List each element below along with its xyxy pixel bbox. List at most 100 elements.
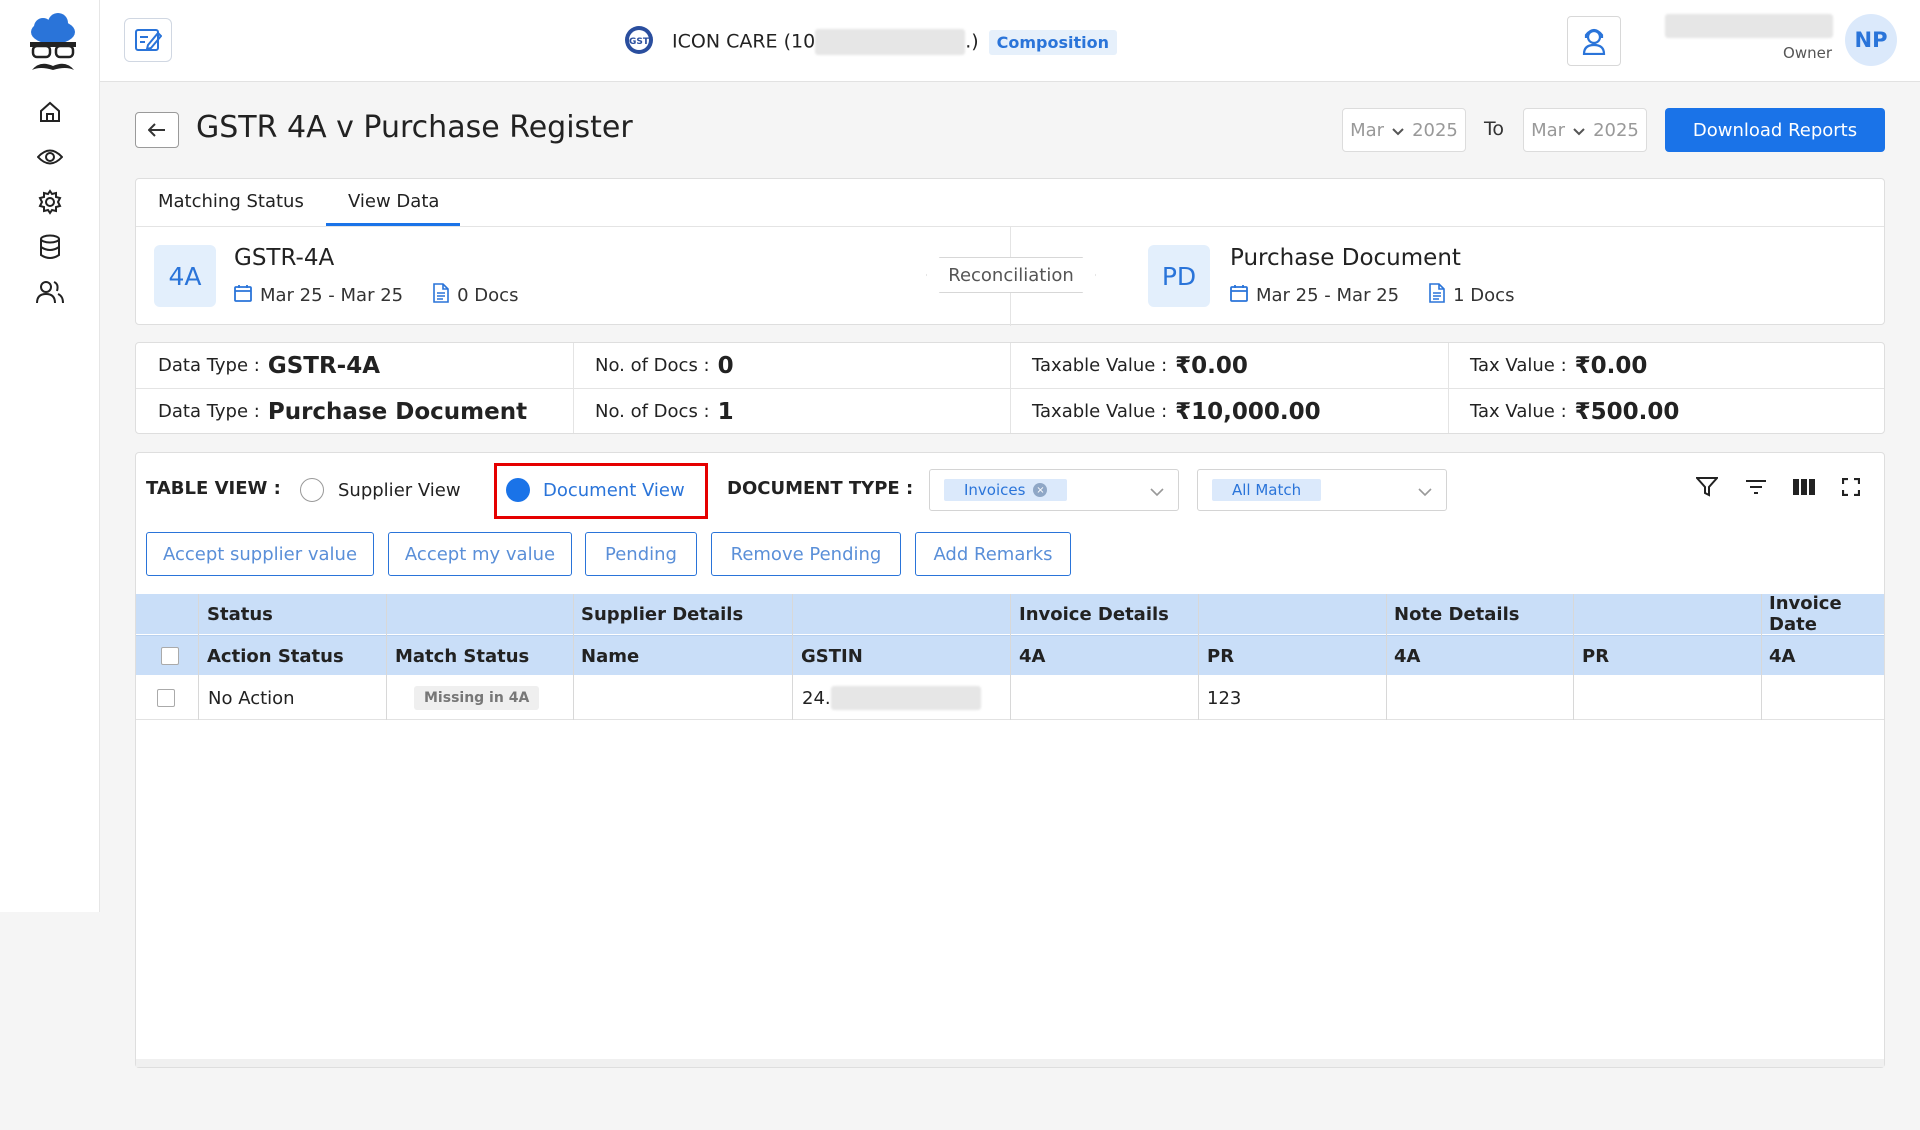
columns-icon[interactable] — [1790, 473, 1818, 501]
document-type-chip: Invoices × — [944, 479, 1068, 501]
table-panel: TABLE VIEW : Supplier View Document View… — [135, 452, 1885, 1068]
avatar[interactable]: NP — [1845, 14, 1897, 66]
redacted-user-name — [1665, 14, 1833, 38]
fullscreen-icon[interactable] — [1837, 473, 1865, 501]
header-status: Status — [207, 603, 273, 625]
header-action-status[interactable]: Action Status — [207, 636, 344, 676]
from-period-select[interactable]: Mar 2025 — [1342, 108, 1466, 152]
user-role: Owner — [1783, 44, 1832, 62]
app-logo-icon[interactable] — [26, 12, 80, 76]
horizontal-scrollbar[interactable] — [136, 1059, 1884, 1067]
tab-matching-status[interactable]: Matching Status — [158, 191, 304, 212]
redacted-gstin — [815, 29, 966, 55]
tab-view-data[interactable]: View Data — [348, 191, 439, 212]
document-view-label[interactable]: Document View — [543, 480, 685, 501]
edit-note-button[interactable] — [124, 18, 172, 62]
composition-badge: Composition — [988, 29, 1118, 55]
gstr-4a-badge: 4A — [154, 245, 216, 307]
document-icon — [433, 283, 449, 308]
pending-button[interactable]: Pending — [585, 532, 697, 576]
eye-icon[interactable] — [36, 143, 64, 171]
redacted-gstin — [830, 686, 981, 710]
company-selector[interactable]: GST ICON CARE (10.) Composition — [624, 24, 1118, 60]
header-note-4a[interactable]: 4A — [1394, 636, 1420, 676]
top-header: GST ICON CARE (10.) Composition Owner NP — [100, 0, 1920, 82]
summary-data-type: Data Type : Purchase Document — [158, 398, 528, 425]
to-year: 2025 — [1593, 119, 1639, 141]
company-name-suffix: .) — [965, 30, 979, 53]
sort-lines-icon[interactable] — [1742, 473, 1770, 501]
chevron-down-icon — [1392, 120, 1404, 141]
document-type-value: Invoices — [964, 481, 1026, 499]
to-month: Mar — [1531, 119, 1566, 141]
header-invoice-details: Invoice Details — [1019, 603, 1169, 625]
gear-icon[interactable] — [36, 188, 64, 216]
gstr-4a-meta: Mar 25 - Mar 25 0 Docs — [234, 283, 518, 308]
chevron-down-icon — [1418, 482, 1432, 501]
purchase-document-docs: 1 Docs — [1453, 285, 1515, 306]
summary-data-type: Data Type : GSTR-4A — [158, 352, 381, 379]
table-view-label: TABLE VIEW : — [146, 478, 281, 499]
purchase-document-badge: PD — [1148, 245, 1210, 307]
database-icon[interactable] — [36, 233, 64, 261]
summary-taxable: Taxable Value : ₹10,000.00 — [1032, 398, 1321, 425]
reconciliation-label: Reconciliation — [927, 258, 1095, 292]
calendar-icon — [234, 284, 252, 307]
purchase-document-meta: Mar 25 - Mar 25 1 Docs — [1230, 283, 1514, 308]
document-type-select[interactable]: Invoices × — [929, 469, 1179, 511]
calendar-icon — [1230, 284, 1248, 307]
document-view-radio[interactable] — [506, 478, 530, 502]
summary-tax: Tax Value : ₹500.00 — [1470, 398, 1680, 425]
active-tab-indicator — [326, 223, 460, 226]
select-all-checkbox[interactable] — [161, 636, 179, 676]
company-name-prefix: ICON CARE (10 — [672, 30, 816, 53]
summary-docs: No. of Docs :0 — [595, 352, 734, 379]
back-button[interactable] — [135, 112, 179, 148]
header-invoice-pr[interactable]: PR — [1207, 636, 1234, 676]
users-icon[interactable] — [36, 278, 64, 306]
to-label: To — [1484, 118, 1505, 140]
summary-tax: Tax Value : ₹0.00 — [1470, 352, 1648, 379]
match-filter-value: All Match — [1232, 481, 1302, 499]
add-remarks-button[interactable]: Add Remarks — [915, 532, 1071, 576]
remove-pending-button[interactable]: Remove Pending — [711, 532, 901, 576]
filter-icon[interactable] — [1693, 473, 1721, 501]
header-note-pr[interactable]: PR — [1582, 636, 1609, 676]
download-reports-button[interactable]: Download Reports — [1665, 108, 1885, 152]
match-filter-select[interactable]: All Match — [1197, 469, 1447, 511]
from-year: 2025 — [1412, 119, 1458, 141]
header-match-status[interactable]: Match Status — [395, 636, 529, 676]
supplier-view-label[interactable]: Supplier View — [338, 480, 461, 501]
chevron-down-icon — [1573, 120, 1585, 141]
sidebar — [0, 0, 100, 912]
to-period-select[interactable]: Mar 2025 — [1523, 108, 1647, 152]
supplier-view-radio[interactable] — [300, 478, 324, 502]
row-checkbox[interactable] — [157, 676, 175, 720]
purchase-document-title: Purchase Document — [1230, 245, 1461, 271]
summary-grid: Data Type : GSTR-4A No. of Docs :0 Taxabl… — [135, 342, 1885, 434]
svg-text:GST: GST — [629, 37, 650, 47]
document-type-label: DOCUMENT TYPE : — [727, 478, 914, 499]
support-button[interactable] — [1567, 16, 1621, 66]
accept-my-value-button[interactable]: Accept my value — [388, 532, 572, 576]
header-name[interactable]: Name — [581, 636, 639, 676]
header-date-4a[interactable]: 4A — [1769, 636, 1795, 676]
header-invoice-4a[interactable]: 4A — [1019, 636, 1045, 676]
gst-logo-icon: GST — [624, 25, 654, 60]
row-action-status: No Action — [208, 687, 295, 709]
header-gstin[interactable]: GSTIN — [801, 636, 863, 676]
header-note-details: Note Details — [1394, 603, 1520, 625]
gstr-4a-period: Mar 25 - Mar 25 — [260, 285, 404, 306]
header-supplier-details: Supplier Details — [581, 603, 744, 625]
tab-bar: Matching Status View Data — [136, 179, 1884, 227]
row-invoice-pr: 123 — [1207, 687, 1242, 709]
chip-remove-icon[interactable]: × — [1033, 483, 1048, 497]
accept-supplier-value-button[interactable]: Accept supplier value — [146, 532, 374, 576]
purchase-document-period: Mar 25 - Mar 25 — [1256, 285, 1400, 306]
from-month: Mar — [1350, 119, 1385, 141]
gstr-4a-docs: 0 Docs — [457, 285, 519, 306]
status-badge: Missing in 4A — [414, 686, 540, 710]
home-icon[interactable] — [36, 98, 64, 126]
summary-taxable: Taxable Value : ₹0.00 — [1032, 352, 1248, 379]
page-title: GSTR 4A v Purchase Register — [196, 110, 633, 145]
